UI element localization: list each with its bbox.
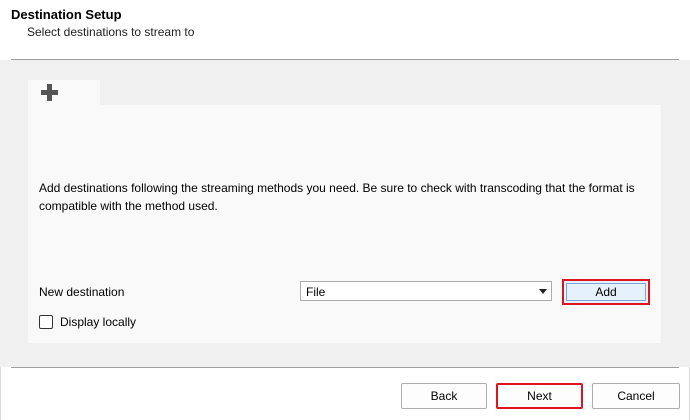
next-button[interactable]: Next <box>496 383 583 409</box>
page-title: Destination Setup <box>11 7 122 22</box>
destination-select[interactable]: File <box>300 281 552 301</box>
add-button-label: Add <box>595 285 617 299</box>
display-locally-label[interactable]: Display locally <box>60 315 136 329</box>
page-subtitle: Select destinations to stream to <box>27 25 195 39</box>
new-destination-label: New destination <box>39 285 125 299</box>
footer-divider <box>11 367 679 368</box>
chevron-down-icon <box>539 289 547 294</box>
plus-icon <box>41 84 58 101</box>
tab-add-destination[interactable] <box>28 80 100 105</box>
header: Destination Setup Select destinations to… <box>0 0 690 60</box>
destination-panel <box>28 105 661 343</box>
add-button[interactable]: Add <box>562 279 650 305</box>
destination-select-value: File <box>306 285 326 299</box>
cancel-button[interactable]: Cancel <box>592 383 680 409</box>
display-locally-checkbox[interactable] <box>39 315 53 329</box>
description-text: Add destinations following the streaming… <box>39 181 635 213</box>
back-button[interactable]: Back <box>401 383 487 409</box>
